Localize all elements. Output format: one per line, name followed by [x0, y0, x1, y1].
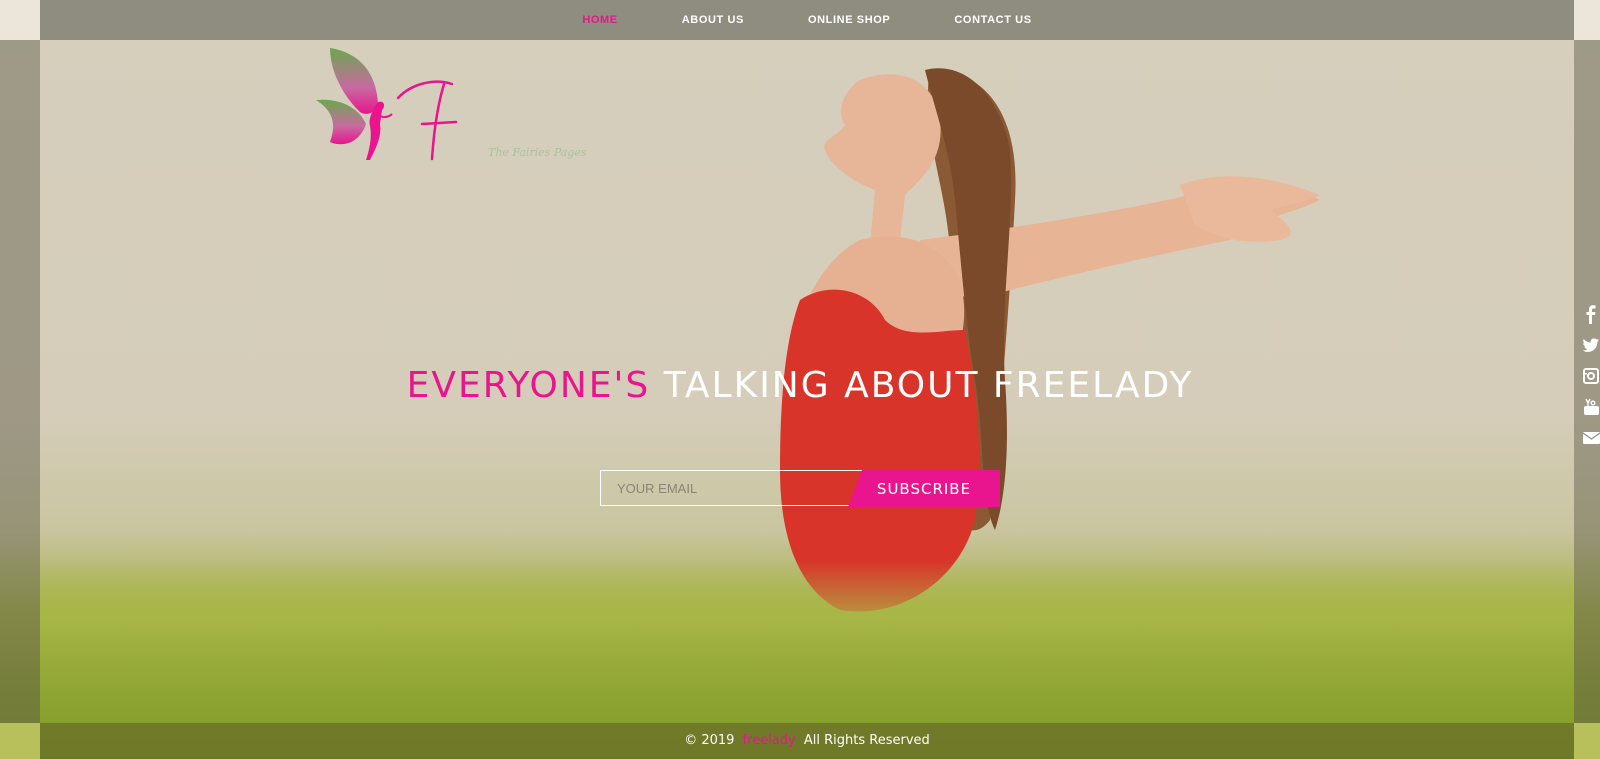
headline-main: TALKING ABOUT FREELADY	[663, 365, 1194, 406]
facebook-icon[interactable]	[1582, 304, 1600, 324]
frame-corner	[0, 0, 40, 40]
footer-copyright: © 2019	[684, 733, 735, 748]
frame-corner	[0, 723, 40, 759]
email-icon[interactable]	[1582, 428, 1600, 448]
footer-brand-link[interactable]: freelady	[743, 733, 796, 748]
youtube-icon[interactable]	[1582, 397, 1600, 417]
twitter-icon[interactable]	[1582, 335, 1600, 355]
instagram-icon[interactable]	[1582, 366, 1600, 386]
nav-item-about-us[interactable]: ABOUT US	[682, 14, 744, 26]
grass-field	[40, 560, 1574, 723]
footer-rights: All Rights Reserved	[803, 733, 930, 748]
frame-corner	[1574, 723, 1600, 759]
headline-accent: EVERYONE'S	[406, 365, 651, 406]
email-input[interactable]	[600, 470, 876, 506]
page: HOME ABOUT US ONLINE SHOP CONTACT US The…	[0, 0, 1600, 759]
frame-corner	[1574, 0, 1600, 40]
nav-item-online-shop[interactable]: ONLINE SHOP	[808, 14, 890, 26]
top-nav: HOME ABOUT US ONLINE SHOP CONTACT US	[40, 0, 1574, 40]
footer: © 2019 freelady All Rights Reserved	[40, 723, 1574, 759]
subscribe-button[interactable]: SUBSCRIBE	[848, 470, 1000, 507]
nav-item-home[interactable]: HOME	[582, 14, 617, 26]
logo-tagline: The Fairies Pages	[488, 146, 587, 159]
hero-headline: EVERYONE'S TALKING ABOUT FREELADY	[0, 365, 1600, 406]
nav-item-contact-us[interactable]: CONTACT US	[954, 14, 1031, 26]
social-bar	[1582, 304, 1600, 459]
nav-menu: HOME ABOUT US ONLINE SHOP CONTACT US	[40, 0, 1574, 40]
fairy-butterfly-icon	[316, 48, 458, 161]
